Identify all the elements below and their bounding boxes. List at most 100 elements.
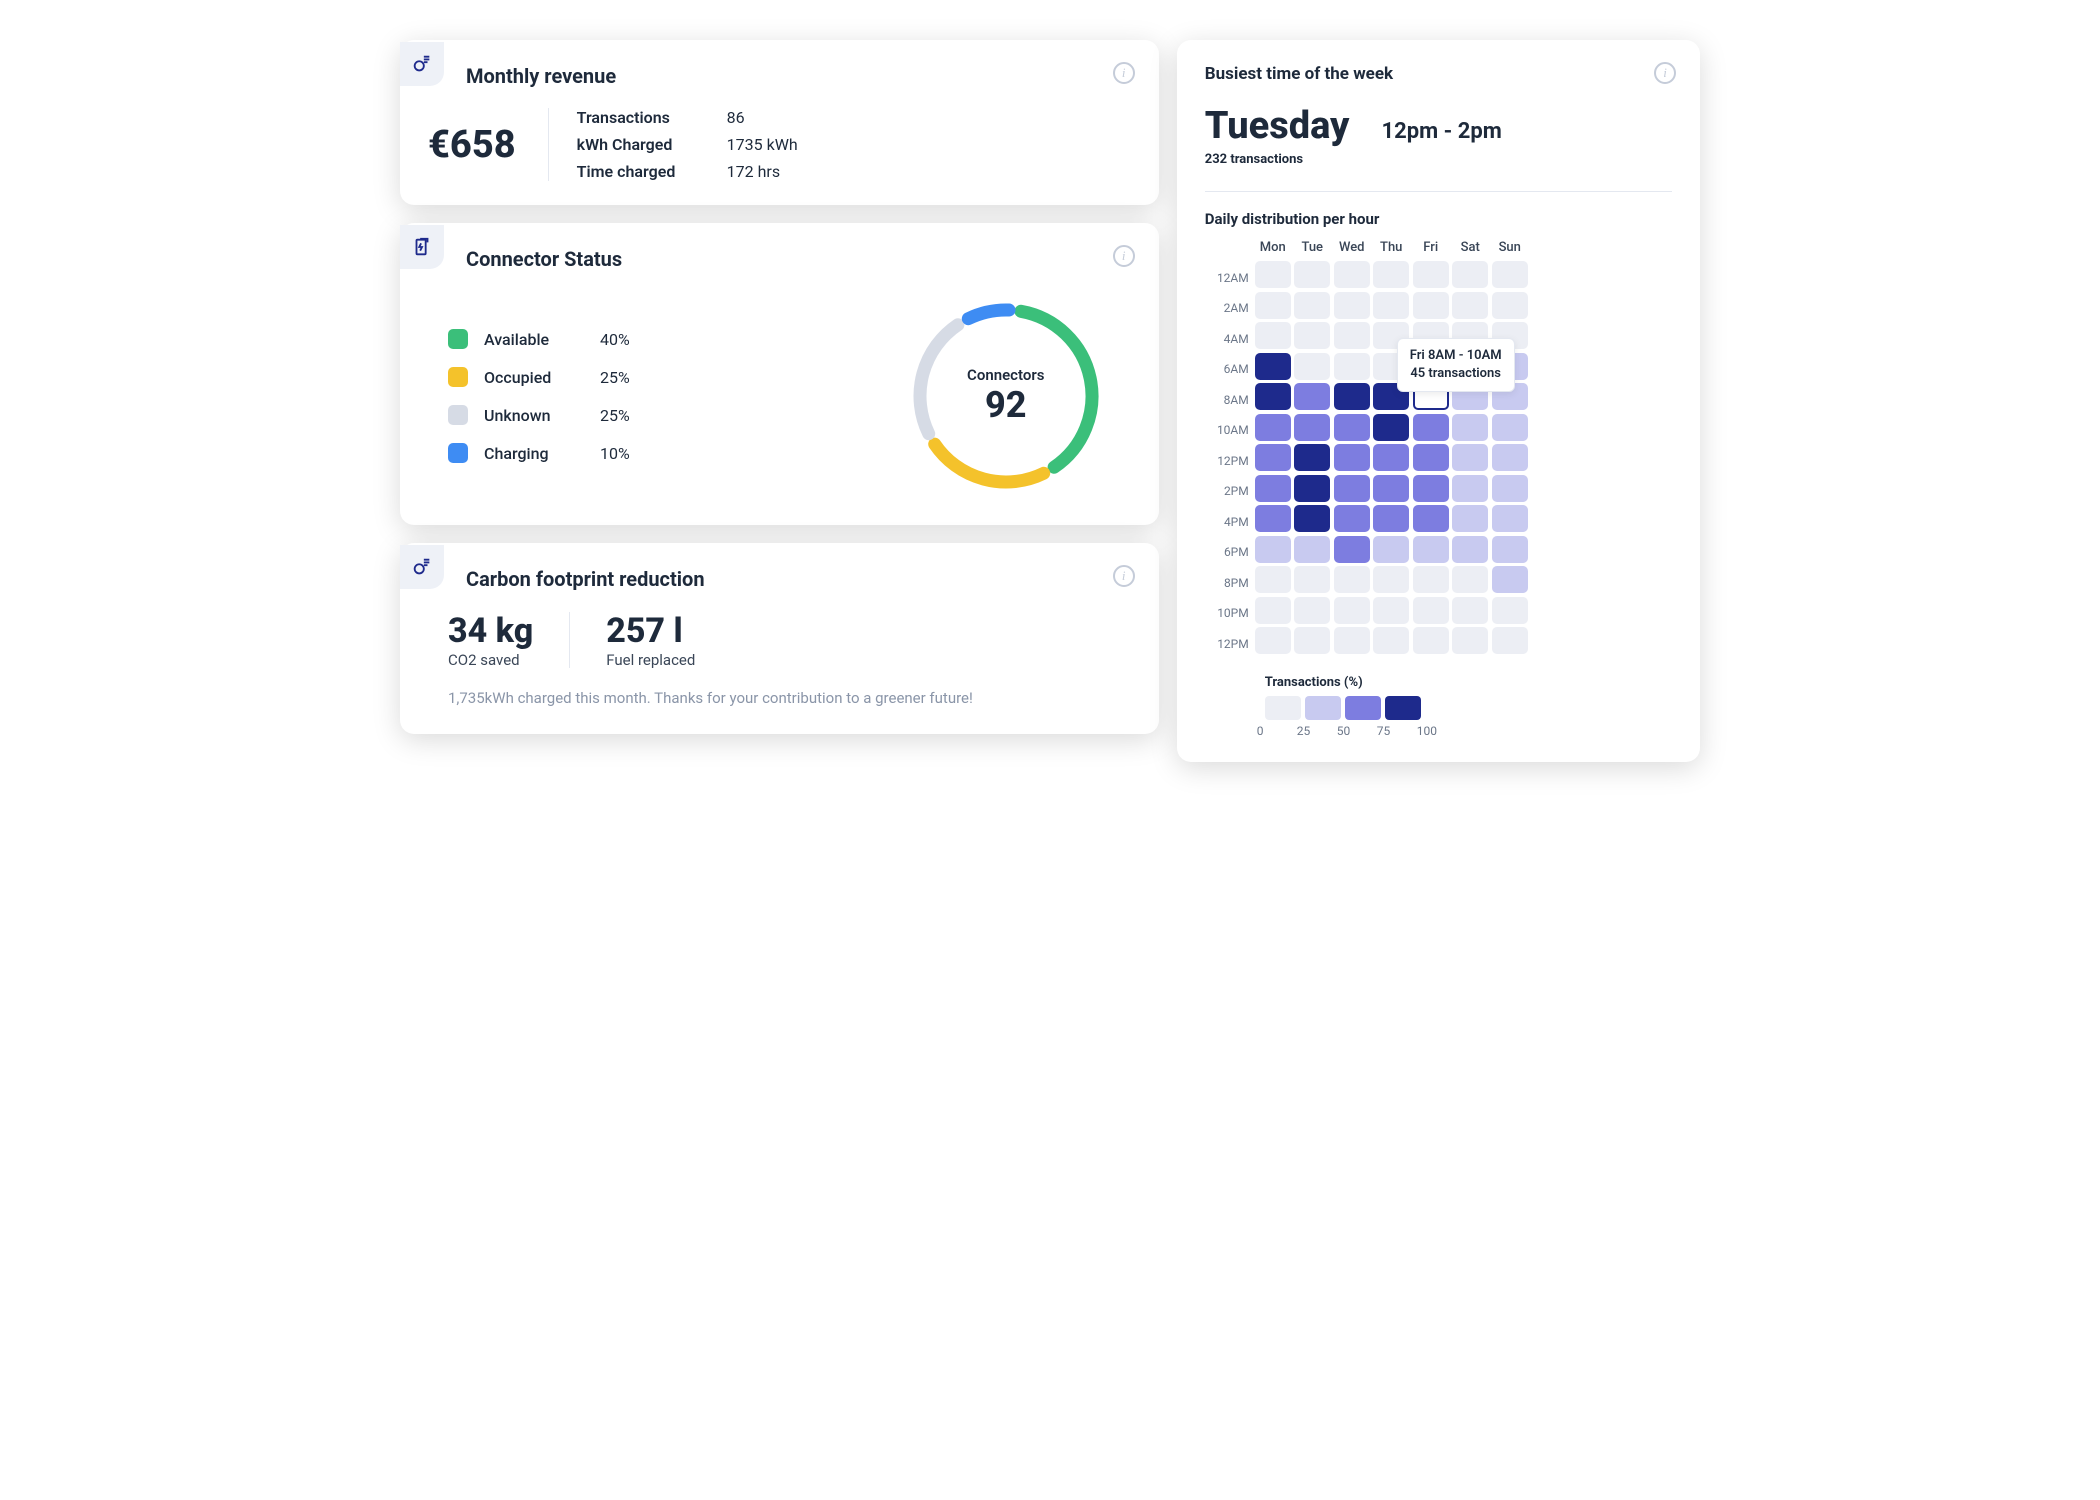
carbon-note: 1,735kWh charged this month. Thanks for … [428, 687, 1131, 710]
heatmap-cell[interactable] [1373, 505, 1409, 532]
heatmap-cell[interactable] [1334, 353, 1370, 380]
heatmap-cell[interactable] [1294, 353, 1330, 380]
heatmap-cell[interactable] [1334, 475, 1370, 502]
legend-pct: 40% [600, 330, 630, 349]
legend-label: 25 [1297, 724, 1333, 738]
heatmap-cell[interactable] [1294, 261, 1330, 288]
heatmap-cell[interactable] [1255, 383, 1291, 410]
heatmap-cell[interactable] [1255, 597, 1291, 624]
heatmap-cell[interactable] [1255, 505, 1291, 532]
heatmap-cell[interactable] [1294, 597, 1330, 624]
tooltip-line2: 45 transactions [1410, 365, 1502, 383]
heatmap-cell[interactable] [1413, 566, 1449, 593]
busiest-sub: 232 transactions [1205, 152, 1672, 167]
heatmap-cell[interactable] [1294, 505, 1330, 532]
heatmap-cell[interactable] [1255, 261, 1291, 288]
day-label: Sun [1492, 240, 1528, 255]
heatmap-cell[interactable] [1452, 505, 1488, 532]
heatmap-cell[interactable] [1373, 444, 1409, 471]
day-label: Fri [1413, 240, 1449, 255]
heatmap-cell[interactable] [1452, 566, 1488, 593]
heatmap-cell[interactable] [1294, 444, 1330, 471]
heatmap-cell[interactable] [1492, 627, 1528, 654]
heatmap-cell[interactable] [1334, 536, 1370, 563]
heatmap-cell[interactable] [1413, 597, 1449, 624]
heatmap-cell[interactable] [1294, 383, 1330, 410]
heatmap-cell[interactable] [1413, 627, 1449, 654]
heatmap-cell[interactable] [1413, 475, 1449, 502]
heatmap-cell[interactable] [1492, 444, 1528, 471]
heatmap-cell[interactable] [1255, 353, 1291, 380]
heatmap-cell[interactable] [1294, 627, 1330, 654]
info-icon[interactable]: i [1113, 565, 1135, 587]
info-icon[interactable]: i [1654, 62, 1676, 84]
heatmap-cell[interactable] [1413, 444, 1449, 471]
heatmap-cell[interactable] [1294, 566, 1330, 593]
legend-label: Occupied [484, 368, 584, 387]
dashboard: i Monthly revenue €658 Transactions86 kW… [400, 40, 1700, 762]
heatmap-cell[interactable] [1413, 505, 1449, 532]
heatmap-cell[interactable] [1373, 597, 1409, 624]
heatmap-cell[interactable] [1492, 505, 1528, 532]
heatmap-cell[interactable] [1413, 414, 1449, 441]
heatmap-cell[interactable] [1492, 566, 1528, 593]
legend-pct: 25% [600, 368, 630, 387]
heatmap-cell[interactable] [1334, 261, 1370, 288]
heatmap-cell[interactable] [1373, 292, 1409, 319]
heatmap-cell[interactable] [1492, 597, 1528, 624]
heatmap-cell[interactable] [1452, 261, 1488, 288]
legend-labels: 0255075100 [1265, 724, 1672, 738]
hour-label: 10AM [1205, 417, 1249, 444]
heatmap-cell[interactable] [1492, 292, 1528, 319]
heatmap-cell[interactable] [1255, 292, 1291, 319]
heatmap-cell[interactable] [1334, 627, 1370, 654]
legend-swatch [1265, 696, 1301, 720]
heatmap-cell[interactable] [1255, 566, 1291, 593]
heatmap-cell[interactable] [1334, 414, 1370, 441]
heatmap-cell[interactable] [1373, 627, 1409, 654]
heatmap-cell[interactable] [1255, 627, 1291, 654]
heatmap-cell[interactable] [1334, 322, 1370, 349]
heatmap-cell[interactable] [1294, 292, 1330, 319]
heatmap-cell[interactable] [1334, 505, 1370, 532]
heatmap-cell[interactable] [1334, 383, 1370, 410]
heatmap-cell[interactable] [1255, 536, 1291, 563]
fuel-label: Fuel replaced [606, 651, 695, 669]
heatmap-cell[interactable] [1294, 414, 1330, 441]
heatmap-cell[interactable] [1373, 536, 1409, 563]
heatmap-cell[interactable] [1492, 475, 1528, 502]
heatmap-cell[interactable] [1452, 292, 1488, 319]
hour-label: 12AM [1205, 264, 1249, 291]
heatmap-cell[interactable] [1452, 444, 1488, 471]
heatmap-cell[interactable] [1413, 261, 1449, 288]
heatmap-cell[interactable] [1373, 414, 1409, 441]
heatmap-cell[interactable] [1255, 322, 1291, 349]
heatmap-cell[interactable] [1413, 536, 1449, 563]
heatmap-cell[interactable] [1492, 261, 1528, 288]
heatmap-cell[interactable] [1334, 444, 1370, 471]
hour-label: 6PM [1205, 539, 1249, 566]
heatmap-cell[interactable] [1334, 292, 1370, 319]
heatmap-cell[interactable] [1373, 261, 1409, 288]
info-icon[interactable]: i [1113, 245, 1135, 267]
heatmap-cell[interactable] [1334, 597, 1370, 624]
heatmap-cell[interactable] [1255, 444, 1291, 471]
heatmap-cell[interactable] [1294, 536, 1330, 563]
info-icon[interactable]: i [1113, 62, 1135, 84]
heatmap-cell[interactable] [1334, 566, 1370, 593]
heatmap-cell[interactable] [1492, 536, 1528, 563]
heatmap-cell[interactable] [1255, 475, 1291, 502]
heatmap-cell[interactable] [1452, 627, 1488, 654]
heatmap-cell[interactable] [1452, 475, 1488, 502]
heatmap-cell[interactable] [1373, 566, 1409, 593]
heatmap-cell[interactable] [1452, 536, 1488, 563]
heatmap-cell[interactable] [1255, 414, 1291, 441]
heatmap-cell[interactable] [1294, 475, 1330, 502]
heatmap-cell[interactable] [1492, 414, 1528, 441]
heatmap-cell[interactable] [1452, 414, 1488, 441]
heatmap-cell[interactable] [1413, 292, 1449, 319]
heatmap-cell[interactable] [1373, 475, 1409, 502]
heatmap-cell[interactable] [1294, 322, 1330, 349]
stat-label: kWh Charged [577, 135, 727, 154]
heatmap-cell[interactable] [1452, 597, 1488, 624]
